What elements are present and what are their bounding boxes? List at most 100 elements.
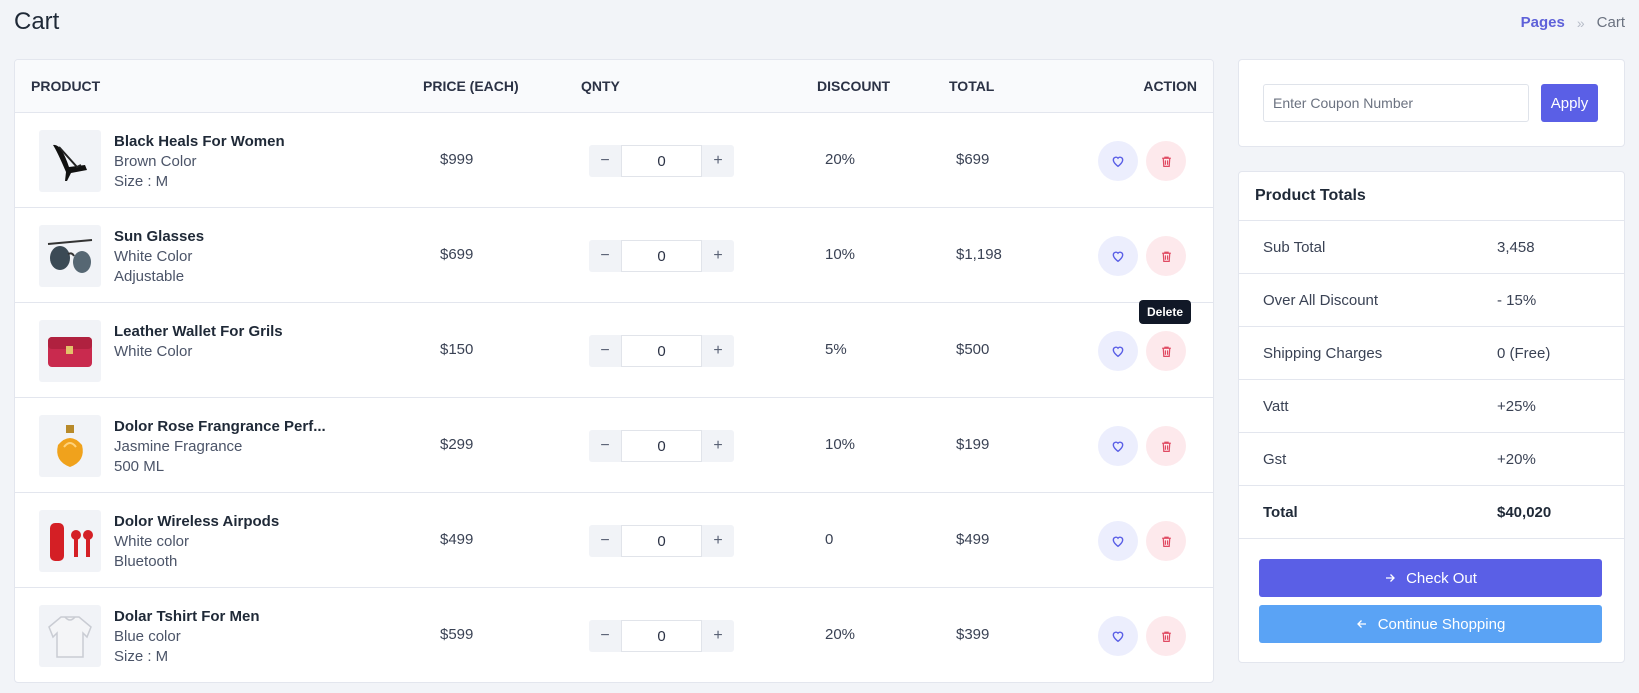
wishlist-button[interactable]	[1098, 331, 1138, 371]
qty-plus-button[interactable]: +	[702, 620, 734, 652]
total-cell: $500	[956, 341, 990, 358]
totals-value: - 15%	[1497, 292, 1537, 309]
delete-button[interactable]	[1146, 236, 1186, 276]
totals-row: Gst +20%	[1239, 433, 1624, 486]
coupon-input[interactable]	[1263, 84, 1529, 122]
product-image[interactable]	[39, 130, 101, 192]
product-name[interactable]: Black Heals For Women	[114, 132, 285, 152]
product-meta: 500 ML	[114, 458, 165, 475]
continue-shopping-button[interactable]: Continue Shopping	[1259, 605, 1602, 643]
wishlist-button[interactable]	[1098, 141, 1138, 181]
discount-cell: 0	[825, 531, 834, 548]
breadcrumb-current: Cart	[1596, 14, 1625, 31]
price-cell: $299	[440, 436, 474, 453]
product-name[interactable]: Dolor Rose Frangrance Perf...	[114, 417, 326, 437]
breadcrumb: Pages » Cart	[1521, 14, 1625, 31]
arrow-left-icon	[1356, 620, 1366, 628]
qty-minus-button[interactable]: −	[589, 240, 621, 272]
qty-plus-button[interactable]: +	[702, 145, 734, 177]
product-image[interactable]	[39, 320, 101, 382]
product-meta: Jasmine Fragrance	[114, 438, 243, 455]
coupon-card: Apply	[1238, 59, 1625, 147]
qty-minus-button[interactable]: −	[589, 620, 621, 652]
product-totals-title: Product Totals	[1239, 172, 1624, 221]
qty-input[interactable]	[621, 430, 702, 462]
qty-plus-button[interactable]: +	[702, 240, 734, 272]
qty-plus-button[interactable]: +	[702, 430, 734, 462]
heels-icon	[53, 144, 87, 181]
totals-value: $40,020	[1497, 504, 1552, 521]
product-meta: Brown Color	[114, 153, 197, 170]
apply-coupon-button[interactable]: Apply	[1541, 84, 1598, 122]
sunglasses-icon	[47, 239, 93, 273]
wishlist-button[interactable]	[1098, 521, 1138, 561]
trash-icon	[1161, 251, 1171, 262]
discount-cell: 5%	[825, 341, 847, 358]
totals-row-grand-total: Total $40,020	[1239, 486, 1624, 539]
product-name[interactable]: Leather Wallet For Grils	[114, 322, 283, 342]
heart-icon	[1112, 441, 1124, 453]
total-cell: $199	[956, 436, 990, 453]
qty-minus-button[interactable]: −	[589, 335, 621, 367]
totals-value: +25%	[1497, 398, 1536, 415]
quantity-stepper: − +	[589, 525, 734, 557]
product-meta: White color	[114, 533, 190, 550]
qty-minus-button[interactable]: −	[589, 145, 621, 177]
header-qty: QNTY	[581, 78, 620, 94]
delete-button[interactable]	[1146, 426, 1186, 466]
delete-button[interactable]	[1146, 616, 1186, 656]
wishlist-button[interactable]	[1098, 616, 1138, 656]
breadcrumb-pages-link[interactable]: Pages	[1521, 14, 1565, 31]
product-image[interactable]	[39, 415, 101, 477]
delete-button[interactable]	[1146, 521, 1186, 561]
wishlist-button[interactable]	[1098, 236, 1138, 276]
product-image[interactable]	[39, 510, 101, 572]
totals-label: Vatt	[1263, 398, 1289, 415]
totals-row: Sub Total 3,458	[1239, 221, 1624, 274]
delete-button[interactable]	[1146, 141, 1186, 181]
product-image[interactable]	[39, 225, 101, 287]
discount-cell: 10%	[825, 246, 856, 263]
quantity-stepper: − +	[589, 240, 734, 272]
header-total: TOTAL	[949, 78, 995, 94]
product-name[interactable]: Sun Glasses	[114, 227, 204, 247]
delete-tooltip: Delete	[1139, 300, 1192, 324]
totals-value: 0 (Free)	[1497, 345, 1551, 362]
header-action: ACTION	[1143, 78, 1197, 94]
table-row: Sun Glasses White Color Adjustable $699 …	[15, 208, 1213, 303]
qty-input[interactable]	[621, 240, 702, 272]
qty-input[interactable]	[621, 620, 702, 652]
product-meta: Size : M	[114, 173, 169, 190]
discount-cell: 20%	[825, 151, 856, 168]
qty-minus-button[interactable]: −	[589, 525, 621, 557]
qty-plus-button[interactable]: +	[702, 335, 734, 367]
product-image[interactable]	[39, 605, 101, 667]
price-cell: $999	[440, 151, 474, 168]
cart-table: PRODUCT PRICE (EACH) QNTY DISCOUNT TOTAL…	[14, 59, 1214, 683]
qty-minus-button[interactable]: −	[589, 430, 621, 462]
totals-label: Sub Total	[1263, 239, 1326, 256]
quantity-stepper: − +	[589, 430, 734, 462]
product-name[interactable]: Dolor Wireless Airpods	[114, 512, 279, 532]
wishlist-button[interactable]	[1098, 426, 1138, 466]
product-meta: Blue color	[114, 628, 181, 645]
product-meta: Adjustable	[114, 268, 185, 285]
price-cell: $499	[440, 531, 474, 548]
product-name[interactable]: Dolar Tshirt For Men	[114, 607, 260, 627]
header-product: PRODUCT	[31, 78, 101, 94]
checkout-button[interactable]: Check Out	[1259, 559, 1602, 597]
totals-label: Gst	[1263, 451, 1287, 468]
quantity-stepper: − +	[589, 145, 734, 177]
trash-icon	[1161, 441, 1171, 452]
checkout-label: Check Out	[1406, 569, 1477, 587]
totals-label: Shipping Charges	[1263, 345, 1383, 362]
total-cell: $399	[956, 626, 990, 643]
totals-value: 3,458	[1497, 239, 1535, 256]
qty-input[interactable]	[621, 335, 702, 367]
product-totals-card: Product Totals Sub Total 3,458 Over All …	[1238, 171, 1625, 663]
delete-button[interactable]	[1146, 331, 1186, 371]
qty-plus-button[interactable]: +	[702, 525, 734, 557]
price-cell: $599	[440, 626, 474, 643]
qty-input[interactable]	[621, 525, 702, 557]
qty-input[interactable]	[621, 145, 702, 177]
